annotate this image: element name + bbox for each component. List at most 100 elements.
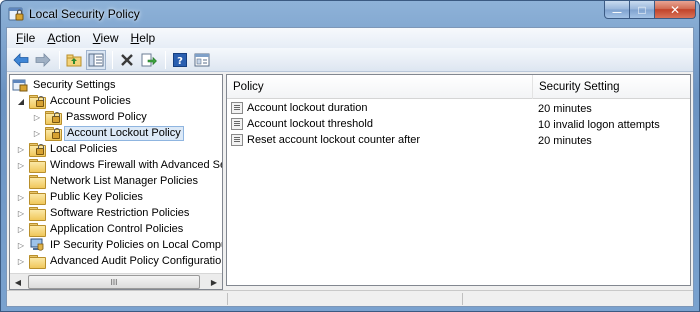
toolbar-separator xyxy=(59,50,60,69)
export-list-icon[interactable] xyxy=(139,50,159,70)
column-header-policy[interactable]: Policy xyxy=(227,75,533,99)
tree-item-application-control[interactable]: ▷ Application Control Policies xyxy=(16,221,185,237)
maximize-icon: □ xyxy=(638,2,646,17)
tree-item-label: Network List Manager Policies xyxy=(50,175,198,187)
folder-icon xyxy=(29,158,45,172)
expand-triangle-icon[interactable]: ▷ xyxy=(16,208,26,218)
scrollbar-grip-icon: III xyxy=(110,277,118,287)
folder-icon xyxy=(29,190,45,204)
tree-item-local-policies[interactable]: ▷ Local Policies xyxy=(16,141,119,157)
policy-name: Account lockout threshold xyxy=(247,118,373,130)
tree-item-security-settings[interactable]: Security Settings xyxy=(12,77,118,93)
tree-item-advanced-audit[interactable]: ▷ Advanced Audit Policy Configuration xyxy=(16,253,223,269)
close-icon: ✕ xyxy=(669,2,681,17)
expand-triangle-icon[interactable]: ▷ xyxy=(16,144,26,154)
window-title: Local Security Policy xyxy=(29,7,140,21)
forward-arrow-icon[interactable] xyxy=(33,50,53,70)
tree-item-label: Local Policies xyxy=(50,143,118,155)
menu-file[interactable]: File xyxy=(10,29,41,47)
policy-setting: 20 minutes xyxy=(538,135,592,147)
close-button[interactable]: ✕ xyxy=(654,1,696,19)
status-bar xyxy=(7,290,693,306)
tree-item-account-policies[interactable]: ◢ Account Policies xyxy=(16,93,133,109)
policy-icon xyxy=(231,102,243,114)
collapse-triangle-icon[interactable]: ◢ xyxy=(16,96,26,106)
help-icon[interactable]: ? xyxy=(170,50,190,70)
tree-item-label: Software Restriction Policies xyxy=(50,207,190,219)
policy-icon xyxy=(231,134,243,146)
toolbar-separator xyxy=(112,50,113,69)
toolbar-separator xyxy=(165,50,166,69)
maximize-button[interactable]: □ xyxy=(629,1,655,19)
tree-item-password-policy[interactable]: ▷ Password Policy xyxy=(32,109,149,125)
expand-triangle-icon[interactable]: ▷ xyxy=(32,128,42,138)
folder-lock-icon xyxy=(45,110,61,124)
policy-name: Account lockout duration xyxy=(247,102,368,114)
tree-item-label: Advanced Audit Policy Configuration xyxy=(50,255,223,267)
tree-item-software-restriction[interactable]: ▷ Software Restriction Policies xyxy=(16,205,191,221)
folder-icon xyxy=(29,206,45,220)
tree-item-label: IP Security Policies on Local Compute xyxy=(50,239,223,251)
svg-text:?: ? xyxy=(177,56,183,67)
tree-item-label: Windows Firewall with Advanced Secu xyxy=(50,159,223,171)
properties-icon[interactable] xyxy=(192,50,212,70)
folder-lock-icon xyxy=(45,126,61,140)
details-list-pane[interactable]: ▲ Policy Security Setting Account lockou… xyxy=(226,74,691,286)
tree-item-label: Security Settings xyxy=(33,79,116,91)
security-policy-icon xyxy=(7,5,25,23)
policy-icon xyxy=(231,118,243,130)
minimize-icon: — xyxy=(612,6,622,17)
folder-icon xyxy=(29,174,45,188)
folder-icon xyxy=(29,254,45,268)
client-area: File Action View Help ? Security Setting… xyxy=(6,27,694,307)
expand-triangle-icon[interactable]: ▷ xyxy=(16,192,26,202)
status-divider xyxy=(462,293,463,305)
tree-pane[interactable]: Security Settings ◢ Account Policies ▷ P… xyxy=(9,74,223,290)
menu-action[interactable]: Action xyxy=(41,29,86,47)
security-settings-icon xyxy=(12,78,28,92)
expand-triangle-icon[interactable]: ▷ xyxy=(32,112,42,122)
tree-item-account-lockout-policy[interactable]: ▷ Account Lockout Policy xyxy=(32,125,184,141)
tree-item-public-key-policies[interactable]: ▷ Public Key Policies xyxy=(16,189,145,205)
expand-triangle-icon[interactable]: ▷ xyxy=(16,256,26,266)
delete-icon[interactable] xyxy=(117,50,137,70)
up-folder-icon[interactable] xyxy=(64,50,84,70)
menu-help[interactable]: Help xyxy=(125,29,162,47)
tree-item-label: Application Control Policies xyxy=(50,223,184,235)
folder-lock-icon xyxy=(29,94,45,108)
policy-setting: 10 invalid logon attempts xyxy=(538,119,660,131)
menu-help-accel: H xyxy=(130,31,140,45)
scroll-left-icon[interactable]: ◀ xyxy=(10,274,26,289)
table-row[interactable]: Account lockout duration 20 minutes xyxy=(227,101,690,117)
main-window: Local Security Policy — □ ✕ File Action … xyxy=(0,0,700,312)
tree-item-label: Public Key Policies xyxy=(50,191,143,203)
tree-item-ip-security[interactable]: ▷ IP Security Policies on Local Compute xyxy=(16,237,223,253)
policy-name: Reset account lockout counter after xyxy=(247,134,421,146)
status-divider xyxy=(227,293,228,305)
policy-setting: 20 minutes xyxy=(538,103,592,115)
tree-item-label: Account Policies xyxy=(50,95,131,107)
expand-triangle-icon[interactable]: ▷ xyxy=(16,240,26,250)
menu-help-rest: elp xyxy=(139,31,156,45)
show-hide-tree-icon[interactable] xyxy=(86,49,106,70)
folder-lock-icon xyxy=(29,142,45,156)
title-bar[interactable]: Local Security Policy — □ ✕ xyxy=(1,1,699,27)
toolbar: ? xyxy=(7,48,693,72)
menu-action-rest: ction xyxy=(55,31,81,45)
tree-item-label: Account Lockout Policy xyxy=(64,125,184,141)
tree-item-windows-firewall[interactable]: ▷ Windows Firewall with Advanced Secu xyxy=(16,157,223,173)
tree-item-network-list-manager[interactable]: Network List Manager Policies xyxy=(16,173,200,189)
minimize-button[interactable]: — xyxy=(604,1,630,19)
back-arrow-icon[interactable] xyxy=(11,50,31,70)
expand-triangle-icon[interactable]: ▷ xyxy=(16,160,26,170)
tree-horizontal-scrollbar[interactable]: ◀ III ▶ xyxy=(10,273,222,289)
table-row[interactable]: Account lockout threshold 10 invalid log… xyxy=(227,117,690,133)
scroll-right-icon[interactable]: ▶ xyxy=(206,274,222,289)
menu-view[interactable]: View xyxy=(87,29,125,47)
expand-triangle-icon[interactable]: ▷ xyxy=(16,224,26,234)
menu-bar: File Action View Help xyxy=(7,28,693,48)
column-header-security-setting[interactable]: Security Setting xyxy=(533,75,690,99)
list-header: ▲ Policy Security Setting xyxy=(227,75,690,99)
scrollbar-thumb[interactable]: III xyxy=(28,275,200,289)
table-row[interactable]: Reset account lockout counter after 20 m… xyxy=(227,133,690,149)
